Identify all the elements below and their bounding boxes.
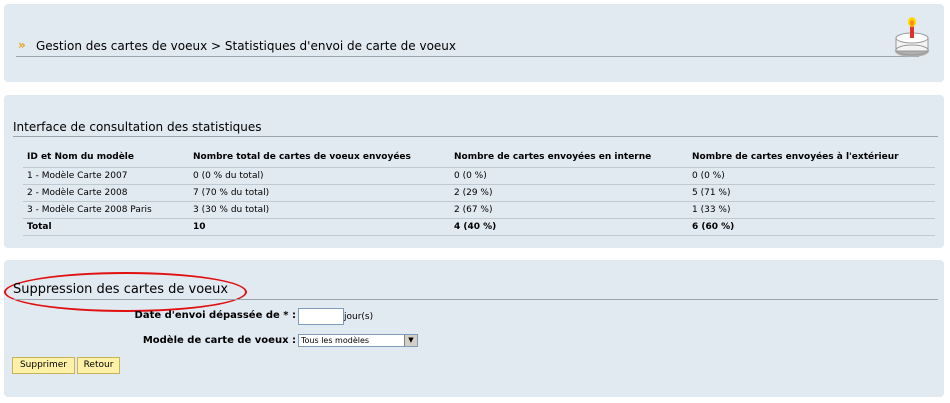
table-cell: 10 — [189, 218, 450, 236]
delete-button[interactable]: Supprimer — [12, 357, 75, 374]
date-unit: jour(s) — [344, 312, 374, 322]
statistics-panel: Interface de consultation des statistiqu… — [4, 95, 944, 248]
table-row: 1 - Modèle Carte 2007 0 (0 % du total) 0… — [23, 167, 935, 185]
table-row: 3 - Modèle Carte 2008 Paris 3 (30 % du t… — [23, 201, 935, 219]
table-cell: 1 - Modèle Carte 2007 — [23, 167, 189, 185]
table-cell: 0 (0 % du total) — [189, 167, 450, 185]
statistics-table: ID et Nom du modèle Nombre total de cart… — [23, 147, 935, 236]
column-header: Nombre de cartes envoyées à l'extérieur — [692, 152, 899, 162]
model-select[interactable]: Tous les modèles ▼ — [298, 334, 418, 347]
model-select-value: Tous les modèles — [301, 336, 370, 345]
table-cell: 2 - Modèle Carte 2008 — [23, 184, 189, 202]
deletion-title: Suppression des cartes de voeux — [13, 282, 938, 300]
birthday-cake-icon — [895, 17, 929, 57]
statistics-title: Interface de consultation des statistiqu… — [13, 120, 938, 137]
breadcrumb-text: Gestion des cartes de voeux > Statistiqu… — [36, 39, 456, 53]
table-total-row: Total 10 4 (40 %) 6 (60 %) — [23, 218, 935, 236]
deletion-panel: Suppression des cartes de voeux Date d'e… — [4, 260, 944, 397]
back-button[interactable]: Retour — [77, 357, 120, 374]
table-cell: 0 (0 %) — [450, 167, 688, 185]
table-cell: Total — [23, 218, 189, 236]
column-header: Nombre total de cartes de voeux envoyées — [193, 152, 411, 162]
column-header: ID et Nom du modèle — [27, 152, 134, 162]
table-cell: 5 (71 %) — [688, 184, 935, 202]
date-input[interactable] — [298, 308, 344, 325]
table-cell: 0 (0 %) — [688, 167, 935, 185]
column-header: Nombre de cartes envoyées en interne — [454, 152, 652, 162]
date-label: Date d'envoi dépassée de * : — [134, 310, 296, 321]
table-header-row: ID et Nom du modèle Nombre total de cart… — [23, 147, 935, 168]
chevron-down-icon[interactable]: ▼ — [404, 335, 417, 346]
header-panel: » Gestion des cartes de voeux > Statisti… — [4, 4, 944, 82]
breadcrumb-arrows-icon: » — [18, 38, 26, 52]
table-cell: 3 (30 % du total) — [189, 201, 450, 219]
table-cell: 3 - Modèle Carte 2008 Paris — [23, 201, 189, 219]
table-cell: 2 (29 %) — [450, 184, 688, 202]
table-cell: 6 (60 %) — [688, 218, 935, 236]
table-cell: 7 (70 % du total) — [189, 184, 450, 202]
table-cell: 1 (33 %) — [688, 201, 935, 219]
breadcrumb: » Gestion des cartes de voeux > Statisti… — [16, 38, 919, 57]
table-row: 2 - Modèle Carte 2008 7 (70 % du total) … — [23, 184, 935, 202]
table-cell: 2 (67 %) — [450, 201, 688, 219]
model-label: Modèle de carte de voeux : — [142, 335, 296, 346]
table-cell: 4 (40 %) — [450, 218, 688, 236]
